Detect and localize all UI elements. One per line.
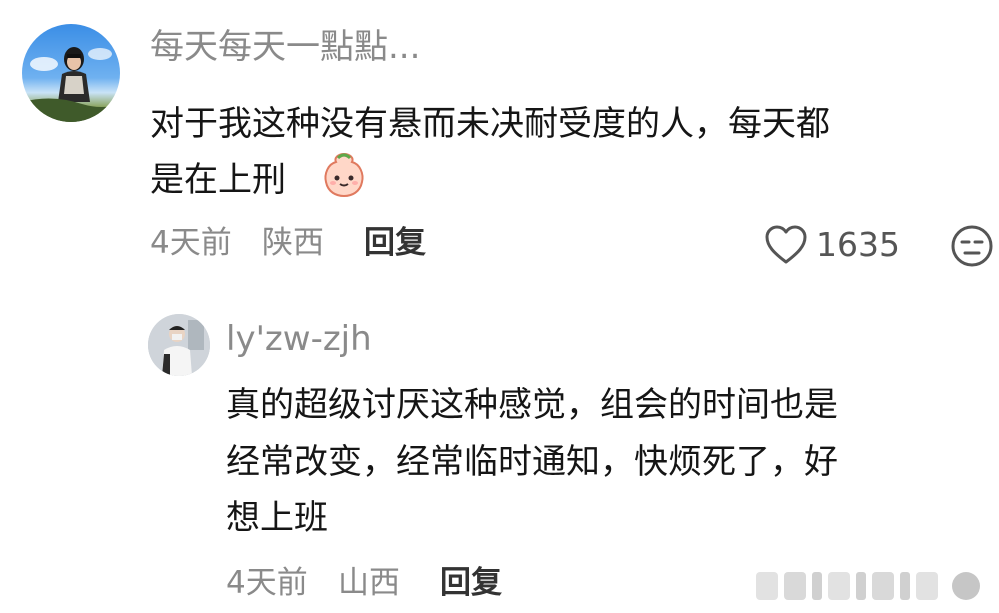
comment-timestamp: 4天前 — [150, 225, 232, 261]
avatar-user-2[interactable] — [148, 314, 210, 376]
reply-location: 山西 — [338, 565, 400, 601]
like-count: 1635 — [816, 225, 900, 264]
smiling-face-emoji-icon — [320, 150, 368, 198]
avatar-photo — [22, 47, 120, 122]
comment-text-line: 是在上刑 — [150, 160, 286, 200]
reply-text-line: 想上班 — [226, 498, 328, 538]
reply-text-line: 真的超级讨厌这种感觉，组会的时间也是 — [226, 385, 838, 425]
avatar-user-1[interactable] — [22, 24, 120, 122]
reply-button[interactable]: 回复 — [364, 228, 426, 259]
comment-location: 陕西 — [262, 225, 324, 261]
avatar-photo — [148, 314, 210, 376]
reply-text-line: 经常改变，经常临时通知，快烦死了，好 — [226, 442, 838, 482]
reply-button[interactable]: 回复 — [440, 568, 502, 599]
reply-timestamp: 4天前 — [226, 565, 308, 601]
heart-outline-icon[interactable] — [764, 224, 808, 266]
comment-text-line: 对于我这种没有悬而未决耐受度的人，每天都 — [150, 104, 830, 144]
comment-author-name[interactable]: 每天每天一點點... — [150, 30, 420, 64]
weibo-watermark-icon — [752, 566, 992, 606]
unamused-face-icon[interactable] — [950, 224, 994, 268]
reply-author-name[interactable]: ly'zw-zjh — [226, 322, 372, 356]
